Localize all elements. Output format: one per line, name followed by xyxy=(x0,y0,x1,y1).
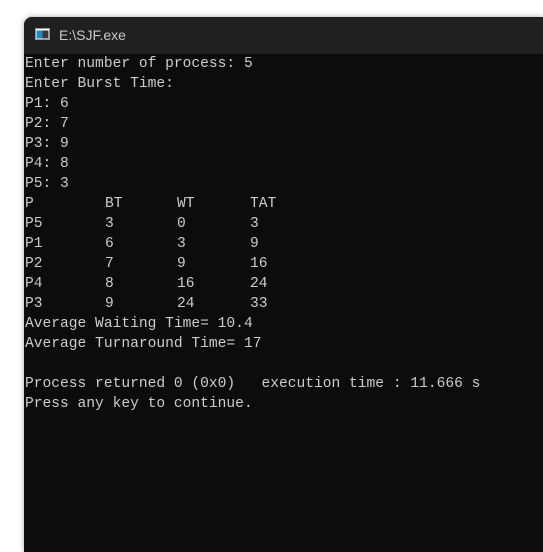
cell-turnaround-time: 33 xyxy=(250,296,268,312)
cell-waiting-time: 24 xyxy=(177,296,195,312)
title-bar[interactable]: E:\SJF.exe xyxy=(24,17,543,54)
header-waiting-time: WT xyxy=(177,196,195,212)
console-output[interactable]: Enter number of process: 5 Enter Burst T… xyxy=(25,54,541,550)
cell-turnaround-time: 24 xyxy=(250,276,268,292)
console-app-icon xyxy=(35,28,50,40)
console-line: P5: 3 xyxy=(25,176,69,192)
cell-waiting-time: 9 xyxy=(177,256,186,272)
cell-waiting-time: 0 xyxy=(177,216,186,232)
cell-turnaround-time: 3 xyxy=(250,216,259,232)
cell-process: P2 xyxy=(25,256,43,272)
cell-burst-time: 8 xyxy=(105,276,114,292)
average-turnaround-time: Average Turnaround Time= 17 xyxy=(25,336,262,352)
header-process: P xyxy=(25,196,34,212)
table-header: P BT WT TAT xyxy=(25,194,541,214)
table-row: P4 8 16 24 xyxy=(25,274,541,294)
cell-waiting-time: 16 xyxy=(177,276,195,292)
average-waiting-time: Average Waiting Time= 10.4 xyxy=(25,316,253,332)
cell-turnaround-time: 9 xyxy=(250,236,259,252)
console-line: P1: 6 xyxy=(25,96,69,112)
cell-process: P3 xyxy=(25,296,43,312)
console-line: P3: 9 xyxy=(25,136,69,152)
cell-burst-time: 3 xyxy=(105,216,114,232)
cell-waiting-time: 3 xyxy=(177,236,186,252)
cell-burst-time: 9 xyxy=(105,296,114,312)
table-row: P2 7 9 16 xyxy=(25,254,541,274)
table-row: P5 3 0 3 xyxy=(25,214,541,234)
window-title: E:\SJF.exe xyxy=(59,27,126,43)
cell-turnaround-time: 16 xyxy=(250,256,268,272)
cell-burst-time: 6 xyxy=(105,236,114,252)
console-line: Enter Burst Time: xyxy=(25,76,174,92)
table-row: P1 6 3 9 xyxy=(25,234,541,254)
console-window: E:\SJF.exe Enter number of process: 5 En… xyxy=(24,17,543,552)
table-row: P3 9 24 33 xyxy=(25,294,541,314)
console-line: P4: 8 xyxy=(25,156,69,172)
cell-burst-time: 7 xyxy=(105,256,114,272)
cell-process: P1 xyxy=(25,236,43,252)
console-line: Enter number of process: 5 xyxy=(25,56,253,72)
process-returned-line: Process returned 0 (0x0) execution time … xyxy=(25,376,481,392)
header-turnaround-time: TAT xyxy=(250,196,277,212)
header-burst-time: BT xyxy=(105,196,123,212)
console-line: P2: 7 xyxy=(25,116,69,132)
press-any-key-line: Press any key to continue. xyxy=(25,396,253,412)
cell-process: P4 xyxy=(25,276,43,292)
cell-process: P5 xyxy=(25,216,43,232)
